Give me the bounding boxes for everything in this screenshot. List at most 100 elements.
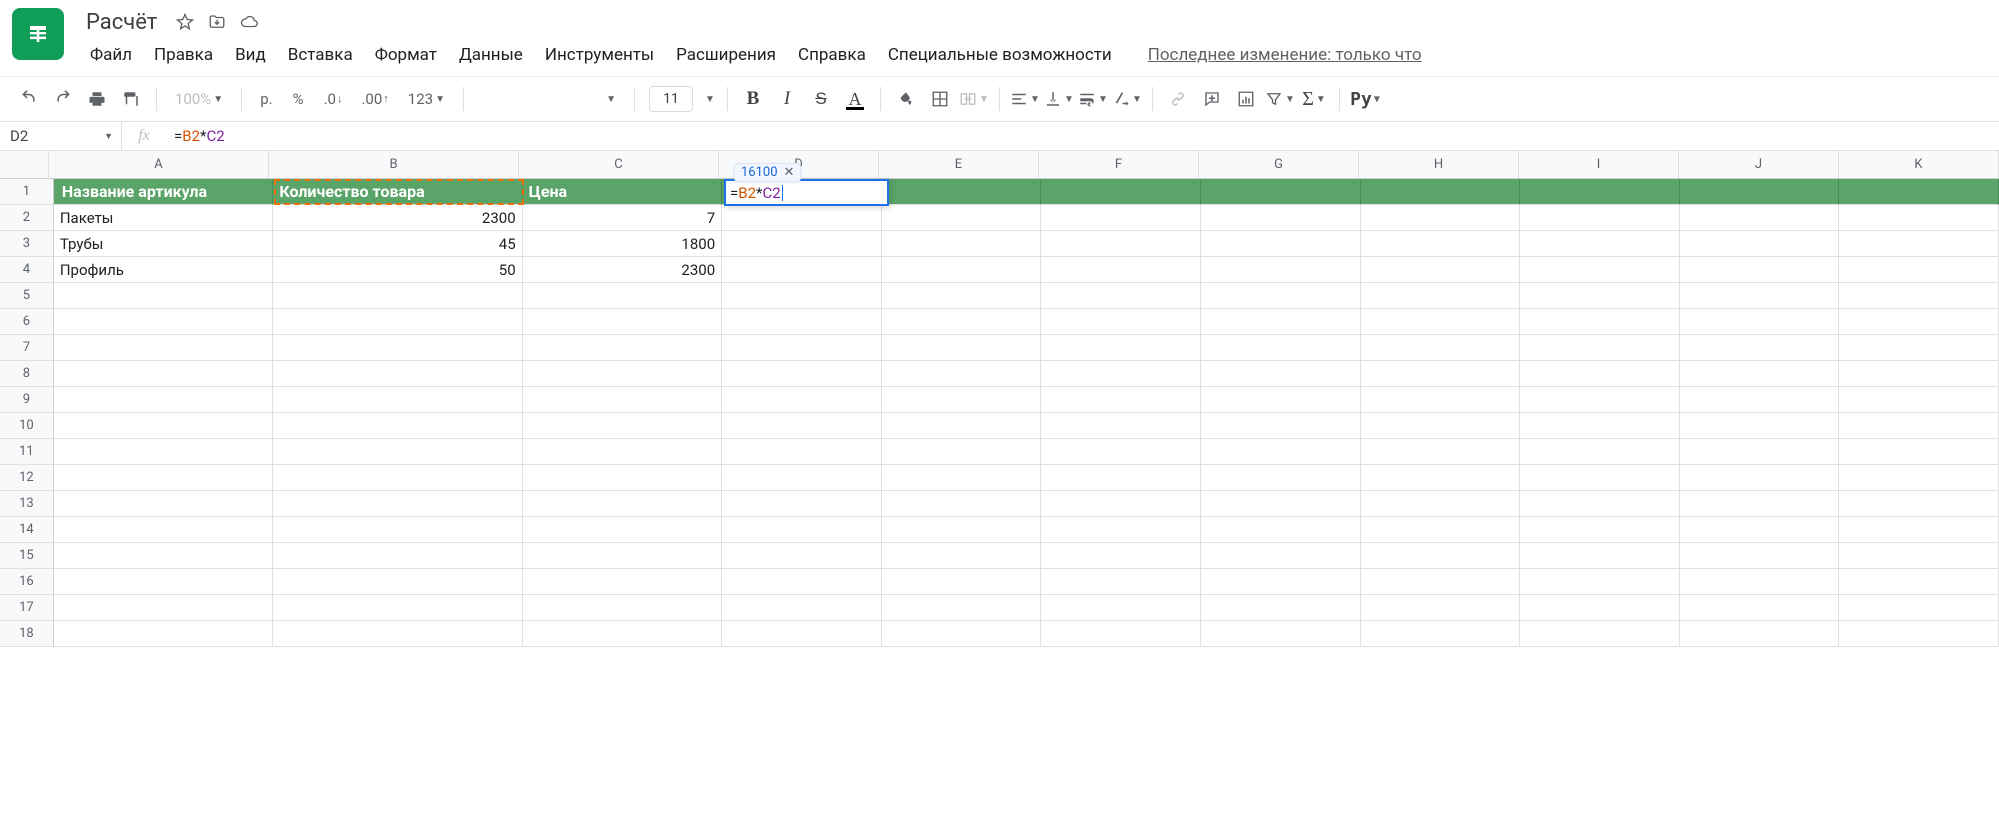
menu-item[interactable]: Расширения [666, 41, 786, 69]
cell[interactable] [882, 387, 1042, 413]
cell[interactable] [1680, 543, 1840, 569]
filter-button[interactable]: ▼ [1265, 84, 1295, 114]
cell[interactable] [1520, 491, 1680, 517]
cell[interactable] [1361, 231, 1521, 257]
row-header[interactable]: 14 [0, 517, 54, 543]
cell[interactable] [1201, 361, 1361, 387]
cell[interactable] [523, 439, 723, 465]
cell[interactable] [273, 361, 522, 387]
cell[interactable] [882, 413, 1042, 439]
cell[interactable]: 45 [273, 231, 522, 257]
header-cell[interactable] [882, 179, 1042, 205]
cell[interactable] [273, 543, 522, 569]
cell[interactable] [882, 491, 1042, 517]
cell[interactable] [1361, 361, 1521, 387]
cell[interactable] [1201, 569, 1361, 595]
row-header[interactable]: 11 [0, 439, 54, 465]
row-header[interactable]: 10 [0, 413, 54, 439]
cell[interactable] [1201, 595, 1361, 621]
cell[interactable] [1041, 283, 1201, 309]
cell[interactable] [882, 595, 1042, 621]
cell[interactable] [54, 413, 273, 439]
menu-item[interactable]: Справка [788, 41, 876, 69]
cell[interactable] [1041, 205, 1201, 231]
insert-chart-button[interactable] [1231, 84, 1261, 114]
cell[interactable] [1041, 465, 1201, 491]
cell[interactable] [1839, 387, 1999, 413]
cell[interactable] [1839, 257, 1999, 283]
cell[interactable] [1361, 387, 1521, 413]
cell[interactable] [1201, 517, 1361, 543]
cell[interactable] [1680, 283, 1840, 309]
cell[interactable] [1520, 621, 1680, 647]
cell[interactable] [1201, 309, 1361, 335]
cell[interactable] [1520, 543, 1680, 569]
cell[interactable] [722, 387, 882, 413]
cell[interactable] [1361, 569, 1521, 595]
header-cell[interactable] [1361, 179, 1521, 205]
cell[interactable] [1041, 361, 1201, 387]
cell[interactable] [1041, 439, 1201, 465]
cell[interactable] [54, 387, 273, 413]
cell[interactable] [1839, 595, 1999, 621]
cell[interactable]: Пакеты [54, 205, 273, 231]
cell[interactable] [1839, 517, 1999, 543]
move-to-folder-icon[interactable] [207, 12, 227, 32]
cell[interactable] [722, 361, 882, 387]
cell[interactable] [1520, 335, 1680, 361]
cell[interactable] [1041, 309, 1201, 335]
cell[interactable] [882, 517, 1042, 543]
cell[interactable] [1361, 543, 1521, 569]
cell[interactable] [1680, 231, 1840, 257]
cell[interactable] [1680, 309, 1840, 335]
menu-item[interactable]: Формат [365, 41, 447, 69]
cell[interactable] [54, 335, 273, 361]
functions-button[interactable]: Σ▼ [1299, 84, 1329, 114]
header-cell[interactable] [1520, 179, 1680, 205]
cell[interactable] [273, 283, 522, 309]
column-header[interactable]: K [1839, 151, 1999, 179]
cell[interactable] [54, 543, 273, 569]
cell[interactable] [882, 335, 1042, 361]
cell[interactable] [882, 465, 1042, 491]
apps-script-button[interactable]: Ру▼ [1350, 84, 1380, 114]
menu-item[interactable]: Вставка [278, 41, 363, 69]
cell[interactable] [1361, 517, 1521, 543]
cell[interactable] [1201, 465, 1361, 491]
menu-item[interactable]: Специальные возможности [878, 41, 1122, 69]
header-cell[interactable] [1201, 179, 1361, 205]
cell[interactable] [882, 361, 1042, 387]
column-header[interactable]: A [49, 151, 269, 179]
percent-button[interactable]: % [285, 84, 312, 114]
cell[interactable] [1520, 257, 1680, 283]
cell[interactable] [1201, 621, 1361, 647]
row-header[interactable]: 4 [0, 257, 54, 283]
cell[interactable] [1201, 231, 1361, 257]
row-header[interactable]: 13 [0, 491, 54, 517]
cell[interactable] [273, 595, 522, 621]
cell[interactable] [1041, 621, 1201, 647]
cell[interactable] [54, 309, 273, 335]
cell[interactable] [1361, 491, 1521, 517]
cell[interactable] [1839, 465, 1999, 491]
cell[interactable] [523, 543, 723, 569]
cell[interactable] [1201, 283, 1361, 309]
cell[interactable] [722, 231, 882, 257]
header-cell[interactable]: Цена [523, 179, 723, 205]
cell[interactable] [722, 595, 882, 621]
cell[interactable] [1041, 413, 1201, 439]
cell[interactable] [273, 413, 522, 439]
menu-item[interactable]: Данные [449, 41, 533, 69]
row-header[interactable]: 15 [0, 543, 54, 569]
cell[interactable] [722, 309, 882, 335]
cell[interactable] [523, 387, 723, 413]
cell[interactable] [722, 413, 882, 439]
cell[interactable] [1361, 595, 1521, 621]
cell[interactable] [1361, 439, 1521, 465]
cell[interactable] [1201, 439, 1361, 465]
name-box[interactable]: D2▼ [0, 122, 122, 150]
close-icon[interactable]: ✕ [784, 165, 795, 180]
cell[interactable] [1201, 335, 1361, 361]
cell[interactable] [722, 543, 882, 569]
cell[interactable] [882, 569, 1042, 595]
